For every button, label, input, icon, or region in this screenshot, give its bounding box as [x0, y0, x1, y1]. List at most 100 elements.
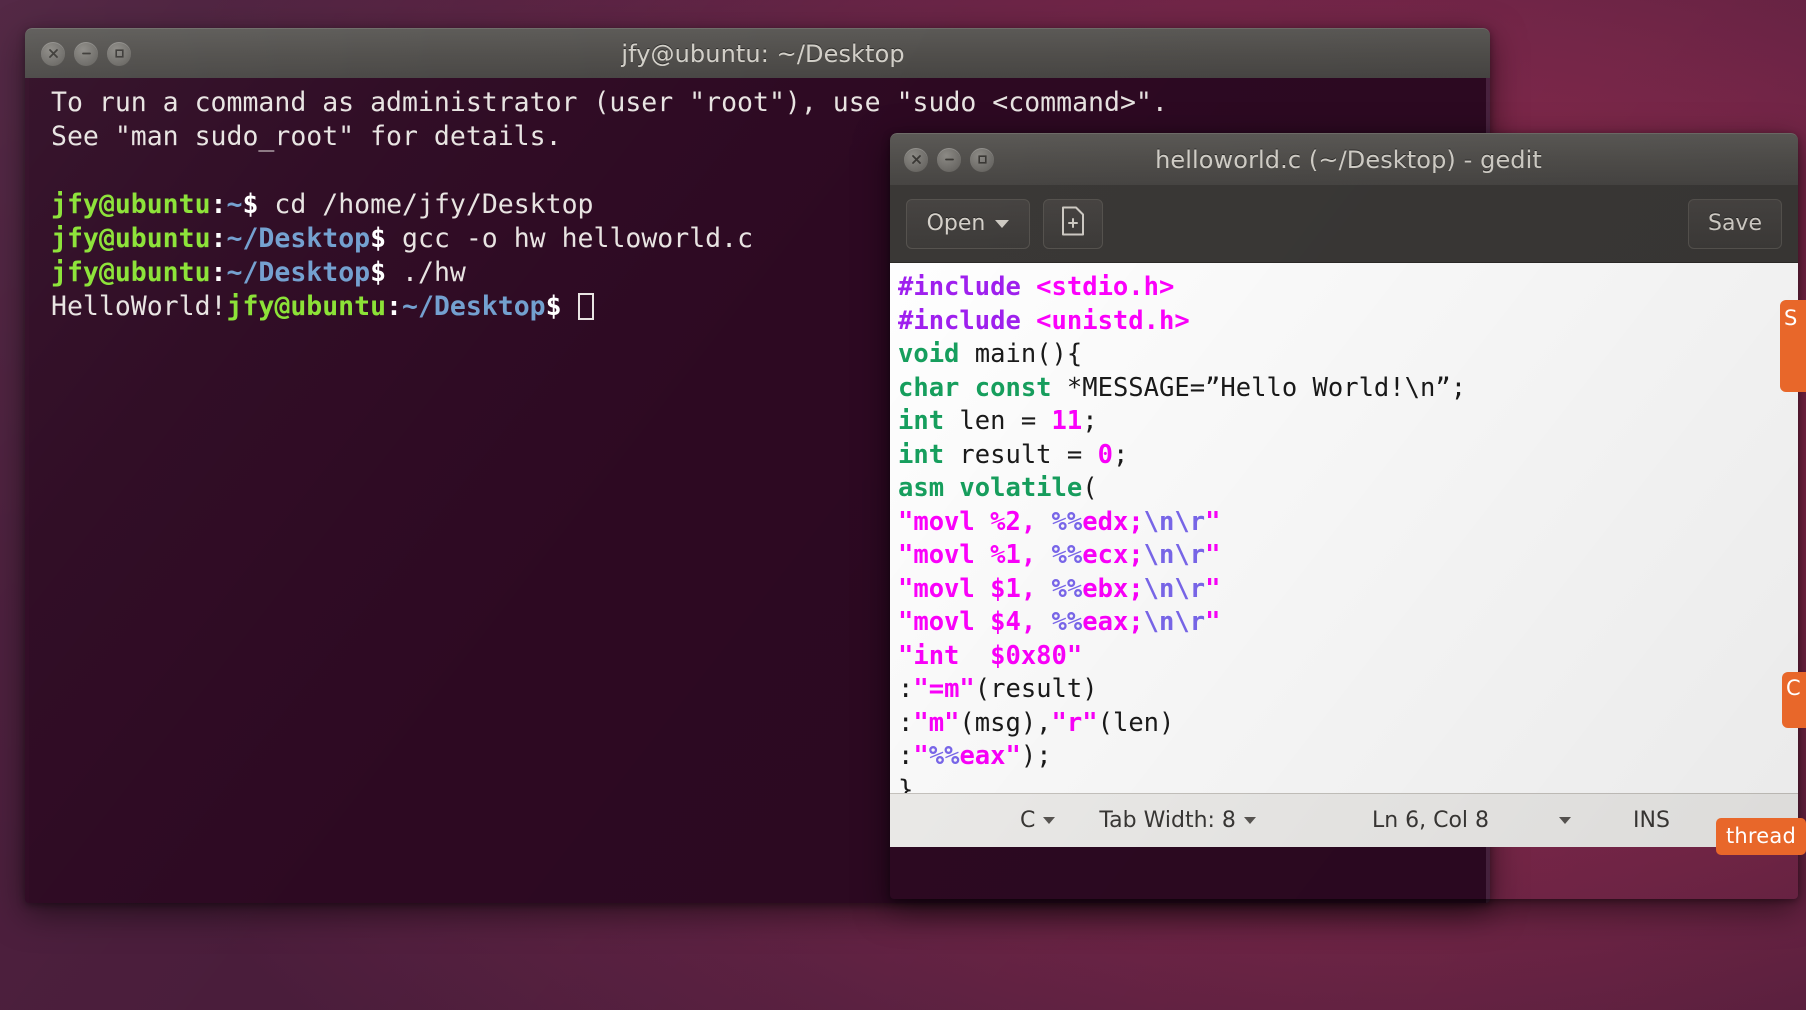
code-token: <stdio.h> [1036, 272, 1175, 302]
save-button-label: Save [1707, 211, 1762, 236]
code-token: result = [944, 439, 1098, 470]
code-line: "int $0x80" [898, 640, 1798, 674]
code-token: ebx; [1082, 573, 1144, 604]
code-line: :"%%eax"); [898, 740, 1798, 774]
code-token: *MESSAGE=”Hello World!\n”; [1051, 372, 1467, 403]
terminal-text-span: $ [370, 257, 403, 288]
minimize-icon[interactable] [74, 41, 98, 66]
code-token: ( [1082, 473, 1098, 503]
code-token: "movl %1, [898, 540, 1052, 570]
gedit-window-buttons [904, 147, 994, 172]
language-selector[interactable]: C [1020, 808, 1056, 833]
code-line: :"m"(msg),"r"(len) [898, 707, 1798, 741]
maximize-icon[interactable] [107, 41, 131, 66]
code-token: \n\r [1143, 540, 1206, 570]
code-token: " [1205, 506, 1221, 537]
code-line: :"=m"(result) [898, 673, 1798, 707]
terminal-text-span: ~ [226, 189, 243, 220]
code-line: #include <unistd.h> [898, 305, 1798, 339]
code-token: ); [1020, 741, 1052, 771]
code-line: } [898, 774, 1798, 794]
source-code: #include <stdio.h> #include <unistd.h> voi… [898, 271, 1798, 793]
tab-width-label: Tab Width: 8 [1099, 808, 1236, 833]
code-token: %% [1051, 540, 1083, 570]
code-token: "m" [913, 707, 960, 738]
terminal-text-span: cd /home/jfy/Desktop [274, 189, 594, 220]
code-token: <unistd.h> [1036, 305, 1190, 336]
terminal-text-span: : [210, 257, 227, 288]
code-token: ; [1112, 439, 1129, 470]
code-line: void main(){ [898, 338, 1798, 372]
code-token: void [898, 339, 960, 369]
minimize-icon[interactable] [937, 147, 961, 172]
gedit-titlebar[interactable]: helloworld.c (~/Desktop) - gedit [890, 133, 1798, 185]
chevron-down-icon[interactable] [1559, 817, 1572, 824]
desktop-edge-widget-top[interactable]: S [1780, 300, 1806, 392]
thread-widget[interactable]: thread [1715, 817, 1806, 855]
code-token: %% [1051, 573, 1083, 604]
gedit-editor-area[interactable]: #include <stdio.h> #include <unistd.h> voi… [890, 263, 1798, 793]
code-token: : [898, 741, 914, 771]
code-token: : [898, 707, 914, 738]
code-token: eax" [959, 741, 1021, 771]
code-token: #include [898, 272, 1037, 302]
code-token: "r" [1051, 707, 1098, 738]
gedit-statusbar: C Tab Width: 8 Ln 6, Col 8 INS [890, 793, 1798, 847]
code-token: "movl $4, [898, 607, 1052, 637]
chevron-down-icon [995, 219, 1010, 228]
code-token: char const [898, 372, 1052, 403]
code-token: 11 [1051, 406, 1083, 436]
terminal-text-span: See "man sudo_root" for details. [51, 121, 562, 152]
code-token: eax; [1082, 607, 1144, 637]
terminal-titlebar[interactable]: jfy@ubuntu: ~/Desktop [25, 28, 1490, 78]
new-document-button[interactable] [1043, 198, 1103, 249]
open-button[interactable]: Open [906, 198, 1030, 249]
terminal-text-span: jfy@ubuntu [51, 257, 211, 288]
code-token: asm volatile [898, 473, 1083, 503]
code-token: "=m" [913, 674, 975, 704]
gedit-window[interactable]: helloworld.c (~/Desktop) - gedit Open Sa… [890, 133, 1798, 899]
terminal-text-span: ~/Desktop [226, 257, 371, 288]
terminal-text-span: ./hw [402, 257, 466, 288]
terminal-text-span: jfy@ubuntu [226, 291, 387, 322]
code-token: "movl $1, [898, 573, 1052, 604]
desktop-background: jfy@ubuntu: ~/Desktop To run a command a… [0, 0, 1806, 1010]
code-token: "movl %2, [898, 506, 1052, 537]
code-token: \n\r [1143, 506, 1206, 537]
terminal-text-span: ~/Desktop [402, 291, 546, 322]
code-token: #include [898, 305, 1037, 336]
code-line: "movl %1, %%ecx;\n\r" [898, 539, 1798, 573]
code-token: " [1205, 607, 1221, 637]
save-button[interactable]: Save [1688, 198, 1782, 249]
code-line: char const *MESSAGE=”Hello World!\n”; [898, 372, 1798, 406]
terminal-title: jfy@ubuntu: ~/Desktop [621, 39, 905, 68]
cursor-position-label: Ln 6, Col 8 [1371, 808, 1490, 833]
code-token: ; [1082, 406, 1098, 436]
code-line: #include <stdio.h> [898, 271, 1798, 305]
terminal-text-span: : [210, 223, 227, 254]
code-token: } [898, 774, 914, 794]
terminal-text-span: ~/Desktop [226, 223, 371, 254]
code-token: int [898, 439, 945, 470]
tab-width-selector[interactable]: Tab Width: 8 [1099, 808, 1256, 833]
code-token: " [1205, 540, 1221, 570]
close-icon[interactable] [41, 41, 65, 66]
code-line: int len = 11; [898, 405, 1798, 439]
new-document-icon [1060, 206, 1086, 242]
code-token: \n\r [1143, 573, 1206, 604]
close-icon[interactable] [904, 147, 928, 172]
terminal-text-span: : [386, 291, 403, 322]
code-token: 0 [1097, 439, 1113, 470]
code-line: asm volatile( [898, 472, 1798, 506]
insert-mode-label: INS [1633, 808, 1670, 833]
desktop-edge-widget-mid[interactable]: C [1782, 672, 1806, 728]
code-token: " [1205, 573, 1221, 604]
code-line: int result = 0; [898, 439, 1798, 473]
insert-mode-indicator[interactable]: INS [1633, 808, 1670, 833]
code-token: (len) [1097, 707, 1175, 738]
terminal-text-span: HelloWorld! [51, 291, 227, 322]
maximize-icon[interactable] [970, 147, 994, 172]
code-token: %% [1051, 607, 1083, 637]
code-token: (msg), [959, 707, 1052, 738]
code-token: len = [944, 406, 1052, 436]
